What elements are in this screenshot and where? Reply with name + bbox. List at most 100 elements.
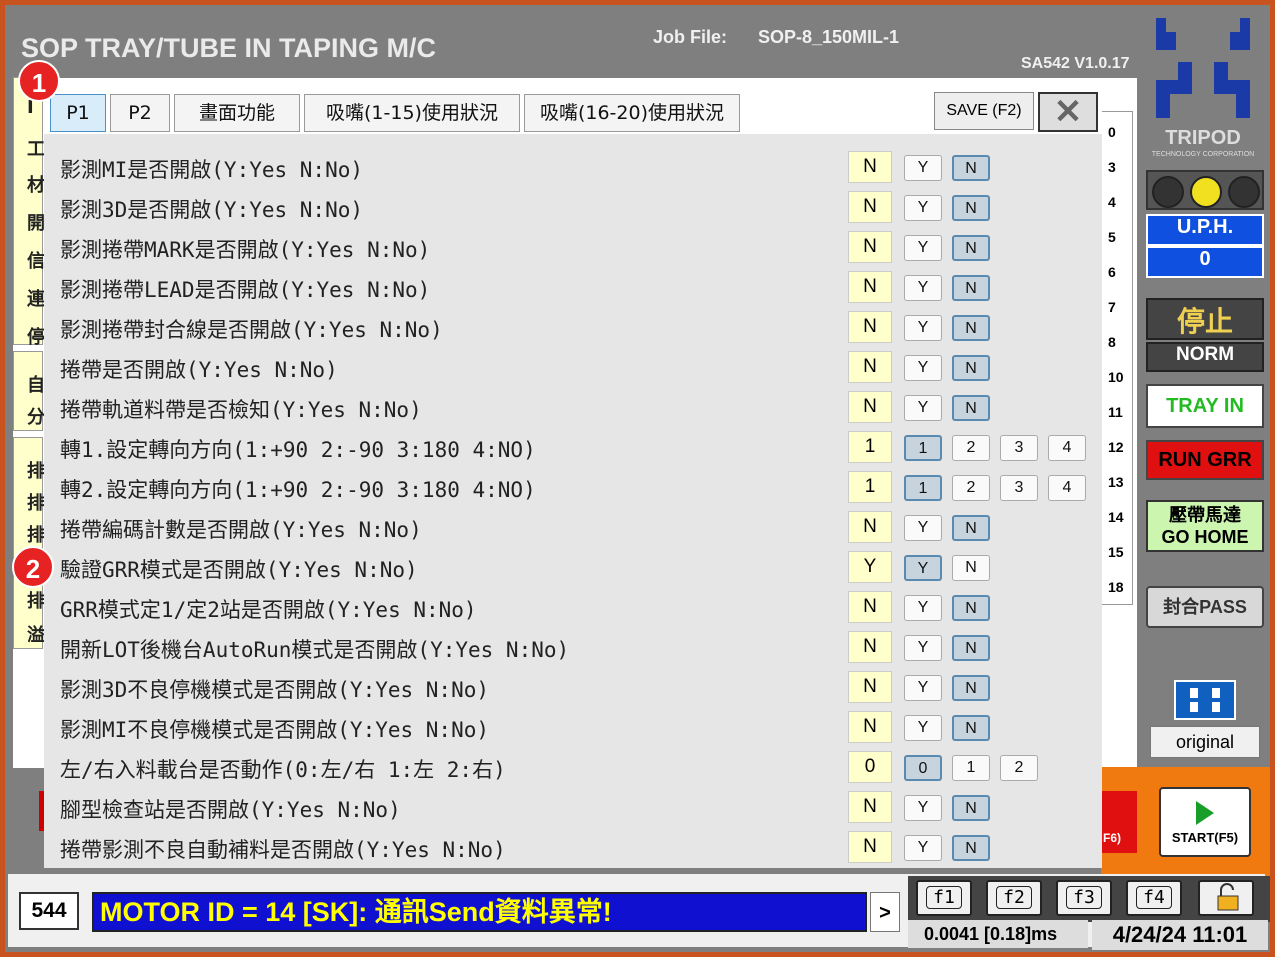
stop-status: 停止 (1146, 298, 1264, 340)
setting-label: 捲帶軌道料帶是否檢知(Y:Yes N:No) (60, 398, 422, 422)
option-button-4[interactable]: 4 (1048, 435, 1086, 461)
cycle-timing: 0.0041 [0.18]ms (908, 920, 1088, 948)
setting-label: 腳型檢查站是否開啟(Y:Yes N:No) (60, 798, 401, 822)
original-icon[interactable] (1174, 680, 1236, 720)
go-home-button[interactable]: 壓帶馬達 GO HOME (1146, 500, 1264, 552)
option-button-y[interactable]: Y (904, 835, 942, 861)
background-left-char: 溢 (27, 625, 45, 646)
option-button-y[interactable]: Y (904, 675, 942, 701)
background-number: 5 (1108, 229, 1116, 245)
setting-value: N (848, 351, 892, 383)
option-button-n[interactable]: N (952, 835, 990, 861)
option-button-3[interactable]: 3 (1000, 435, 1038, 461)
f3-button[interactable]: f3 (1056, 880, 1112, 916)
setting-value: N (848, 671, 892, 703)
option-button-y[interactable]: Y (904, 395, 942, 421)
tray-in-button[interactable]: TRAY IN (1146, 384, 1264, 428)
option-button-n[interactable]: N (952, 715, 990, 741)
save-button[interactable]: SAVE (F2) (934, 92, 1034, 130)
option-button-1[interactable]: 1 (904, 435, 942, 461)
lock-button[interactable] (1198, 880, 1254, 916)
option-button-y[interactable]: Y (904, 355, 942, 381)
option-button-y[interactable]: Y (904, 195, 942, 221)
tripod-brand-subtext: TECHNOLOGY CORPORATION (1152, 151, 1254, 158)
option-button-0[interactable]: 0 (904, 755, 942, 781)
setting-value: N (848, 391, 892, 423)
option-button-n[interactable]: N (952, 195, 990, 221)
option-button-y[interactable]: Y (904, 795, 942, 821)
original-label[interactable]: original (1150, 726, 1260, 758)
option-button-2[interactable]: 2 (952, 435, 990, 461)
background-number: 14 (1108, 509, 1124, 525)
option-button-n[interactable]: N (952, 315, 990, 341)
setting-value: 0 (848, 751, 892, 783)
option-button-y[interactable]: Y (904, 275, 942, 301)
setting-row: 開新LOT後機台AutoRun模式是否開啟(Y:Yes N:No) N Y N (44, 628, 1102, 668)
setting-label: 影測捲帶封合線是否開啟(Y:Yes N:No) (60, 318, 443, 342)
option-button-y[interactable]: Y (904, 315, 942, 341)
start-button[interactable]: START(F5) (1159, 787, 1251, 857)
tab-screen-functions[interactable]: 畫面功能 (174, 94, 300, 132)
setting-value: Y (848, 551, 892, 583)
option-button-n[interactable]: N (952, 595, 990, 621)
background-number: 3 (1108, 159, 1116, 175)
tab-nozzle-1-15[interactable]: 吸嘴(1-15)使用狀況 (304, 94, 520, 132)
background-number: 6 (1108, 264, 1116, 280)
option-button-y[interactable]: Y (904, 715, 942, 741)
seal-pass-button[interactable]: 封合PASS (1146, 586, 1264, 628)
tab-p1[interactable]: P1 (50, 94, 106, 132)
option-button-y[interactable]: Y (904, 235, 942, 261)
setting-label: GRR模式定1/定2站是否開啟(Y:Yes N:No) (60, 598, 477, 622)
option-button-n[interactable]: N (952, 275, 990, 301)
next-message-button[interactable]: > (870, 892, 900, 932)
option-button-n[interactable]: N (952, 515, 990, 541)
setting-value: N (848, 511, 892, 543)
option-button-y[interactable]: Y (904, 515, 942, 541)
background-number: 8 (1108, 334, 1116, 350)
setting-value: 1 (848, 471, 892, 503)
option-button-1[interactable]: 1 (952, 755, 990, 781)
background-left-char: 材 (27, 175, 45, 196)
background-left-char: 停 (27, 327, 45, 348)
setting-value: N (848, 271, 892, 303)
setting-label: 轉2.設定轉向方向(1:+90 2:-90 3:180 4:NO) (60, 478, 536, 502)
tab-p2[interactable]: P2 (110, 94, 170, 132)
option-button-n[interactable]: N (952, 555, 990, 581)
setting-label: 捲帶是否開啟(Y:Yes N:No) (60, 358, 338, 382)
option-button-n[interactable]: N (952, 355, 990, 381)
setting-row: 影測捲帶LEAD是否開啟(Y:Yes N:No) N Y N (44, 268, 1102, 308)
option-button-n[interactable]: N (952, 155, 990, 181)
uph-label: U.P.H. (1146, 214, 1264, 246)
close-button[interactable]: ✕ (1038, 92, 1098, 132)
setting-label: 影測捲帶MARK是否開啟(Y:Yes N:No) (60, 238, 431, 262)
run-grr-button[interactable]: RUN GRR (1146, 440, 1264, 480)
option-button-y[interactable]: Y (904, 555, 942, 581)
setting-row: 腳型檢查站是否開啟(Y:Yes N:No) N Y N (44, 788, 1102, 828)
signal-lights (1146, 170, 1264, 210)
f4-button[interactable]: f4 (1126, 880, 1182, 916)
setting-value: N (848, 151, 892, 183)
tab-nozzle-16-20[interactable]: 吸嘴(16-20)使用狀況 (524, 94, 740, 132)
setting-row: 影測捲帶MARK是否開啟(Y:Yes N:No) N Y N (44, 228, 1102, 268)
option-button-y[interactable]: Y (904, 155, 942, 181)
option-button-2[interactable]: 2 (952, 475, 990, 501)
f6-button[interactable]: F6) (1101, 791, 1137, 853)
option-button-n[interactable]: N (952, 395, 990, 421)
setting-row: GRR模式定1/定2站是否開啟(Y:Yes N:No) N Y N (44, 588, 1102, 628)
option-button-4[interactable]: 4 (1048, 475, 1086, 501)
f2-button[interactable]: f2 (986, 880, 1042, 916)
option-button-n[interactable]: N (952, 795, 990, 821)
option-button-n[interactable]: N (952, 635, 990, 661)
background-left-char: 排 (27, 591, 45, 612)
option-button-1[interactable]: 1 (904, 475, 942, 501)
option-button-n[interactable]: N (952, 675, 990, 701)
option-button-2[interactable]: 2 (1000, 755, 1038, 781)
f1-button[interactable]: f1 (916, 880, 972, 916)
option-button-3[interactable]: 3 (1000, 475, 1038, 501)
option-button-y[interactable]: Y (904, 595, 942, 621)
option-button-y[interactable]: Y (904, 635, 942, 661)
option-button-n[interactable]: N (952, 235, 990, 261)
close-icon: ✕ (1053, 93, 1083, 131)
f3-label: f3 (1066, 886, 1102, 909)
function-keys: f1 f2 f3 f4 (908, 876, 1270, 922)
